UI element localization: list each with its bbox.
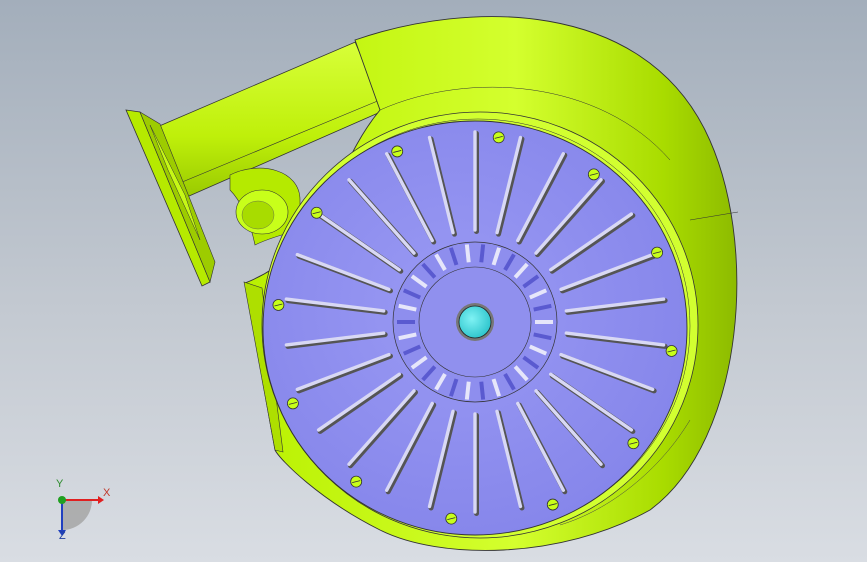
shaft-hub[interactable]: [458, 305, 492, 339]
centrifugal-fan-model[interactable]: [0, 0, 867, 562]
z-axis-label: Z: [59, 530, 66, 542]
triad-plane: [62, 500, 92, 530]
hub-slot: [479, 244, 486, 263]
hub-slot: [464, 244, 471, 263]
y-axis-label: Y: [56, 478, 64, 490]
coordinate-triad: X Y Z: [40, 478, 120, 548]
impeller[interactable]: [262, 120, 688, 536]
y-axis-dot-icon: [58, 496, 66, 504]
graphics-viewport[interactable]: X Y Z: [0, 0, 867, 562]
x-axis-label: X: [103, 487, 111, 499]
hub-slot: [479, 381, 486, 400]
hub-slot: [464, 381, 471, 400]
